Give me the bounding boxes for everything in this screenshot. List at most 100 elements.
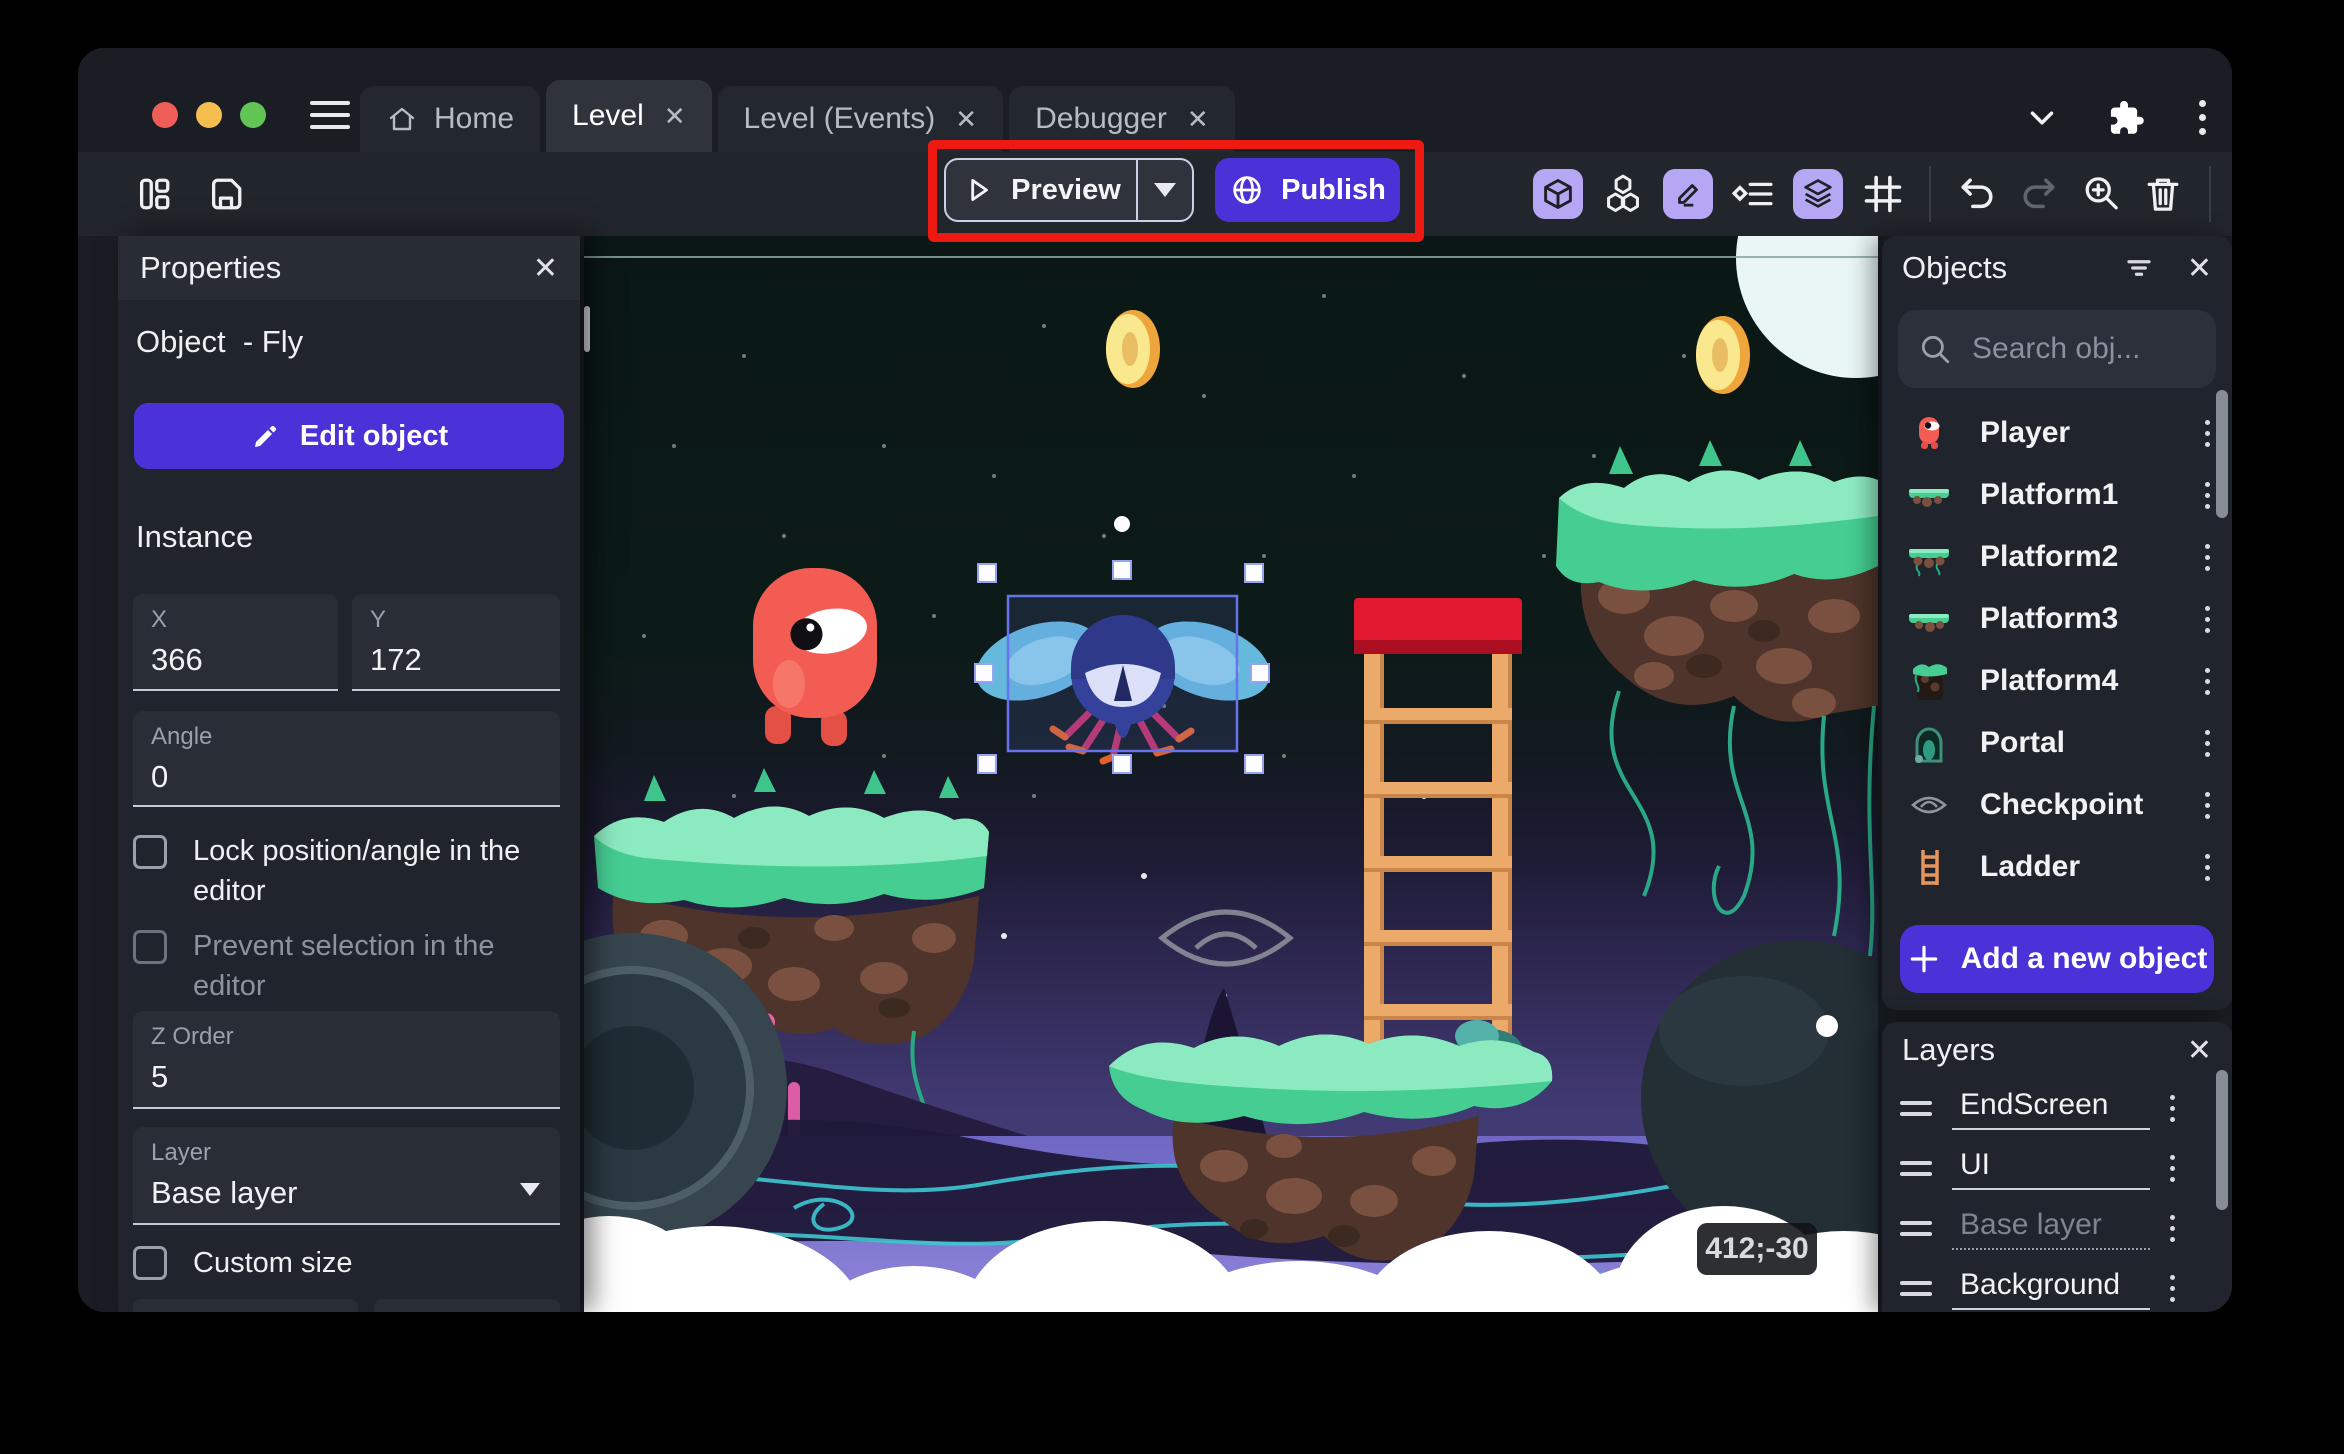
objects-panel: Objects ✕ Player <box>1882 236 2232 1010</box>
preview-options-dropdown[interactable] <box>1138 160 1192 220</box>
layers-panel: Layers ✕ EndScreen UI Base layer Backgro… <box>1882 1022 2232 1312</box>
object-row-platform1[interactable]: Platform1 <box>1882 464 2232 526</box>
layers-panel-icon[interactable] <box>1793 169 1843 219</box>
close-window-button[interactable] <box>152 102 178 128</box>
grid-icon[interactable] <box>1861 172 1905 216</box>
edit-mode-pencil-icon[interactable] <box>1663 169 1713 219</box>
layer-name-field[interactable]: Background <box>1952 1266 2150 1310</box>
tab-home[interactable]: Home <box>360 86 541 152</box>
save-icon[interactable] <box>204 172 248 216</box>
toolbar-left-icons <box>132 172 248 216</box>
object-options-icon[interactable] <box>2201 850 2214 885</box>
layer-options-icon[interactable] <box>2166 1151 2179 1186</box>
objects-scrollbar[interactable] <box>2216 390 2228 518</box>
instructions-list-icon[interactable] <box>1731 172 1775 216</box>
asset-store-icon[interactable] <box>1601 172 1645 216</box>
more-options-icon[interactable] <box>2195 96 2210 139</box>
tab-label: Level <box>572 99 644 132</box>
prevent-selection-checkbox[interactable] <box>133 930 167 964</box>
drag-handle-icon[interactable] <box>1896 1157 1936 1180</box>
layer-options-icon[interactable] <box>2166 1271 2179 1306</box>
y-position-field[interactable]: Y <box>352 594 560 691</box>
object-name: Portal <box>1980 726 2066 759</box>
layer-row-base-layer[interactable]: Base layer <box>1882 1198 2232 1258</box>
chevron-down-icon[interactable] <box>2023 99 2061 137</box>
main-menu-icon[interactable] <box>310 101 350 129</box>
angle-input[interactable] <box>151 759 542 795</box>
objects-panel-icon[interactable] <box>1533 169 1583 219</box>
undo-icon[interactable] <box>1955 172 1999 216</box>
close-tab-icon[interactable]: ✕ <box>660 101 686 132</box>
custom-size-checkbox-row[interactable]: Custom size <box>133 1243 543 1283</box>
layers-scrollbar[interactable] <box>2216 1070 2228 1210</box>
object-options-icon[interactable] <box>2201 478 2214 513</box>
custom-size-checkbox[interactable] <box>133 1246 167 1280</box>
object-options-icon[interactable] <box>2201 540 2214 575</box>
layer-name-field[interactable]: EndScreen <box>1952 1086 2150 1130</box>
rotate-handle[interactable] <box>1114 516 1130 532</box>
object-options-icon[interactable] <box>2201 416 2214 451</box>
layer-options-icon[interactable] <box>2166 1211 2179 1246</box>
minimize-window-button[interactable] <box>196 102 222 128</box>
add-new-object-button[interactable]: Add a new object <box>1900 925 2214 993</box>
z-order-input[interactable] <box>151 1059 542 1095</box>
layer-options-icon[interactable] <box>2166 1091 2179 1126</box>
object-row-checkpoint[interactable]: Checkpoint <box>1882 774 2232 836</box>
publish-button[interactable]: Publish <box>1215 158 1400 222</box>
lock-position-checkbox-row[interactable]: Lock position/angle in the editor <box>133 831 543 911</box>
object-row-portal[interactable]: Portal <box>1882 712 2232 774</box>
preview-button-main[interactable]: Preview <box>946 160 1138 220</box>
object-row-platform4[interactable]: Platform4 <box>1882 650 2232 712</box>
edit-object-button[interactable]: Edit object <box>134 403 564 469</box>
close-layers-icon[interactable]: ✕ <box>2187 1033 2212 1068</box>
x-position-input[interactable] <box>151 642 320 678</box>
object-row-platform2[interactable]: Platform2 <box>1882 526 2232 588</box>
drag-handle-icon[interactable] <box>1896 1217 1936 1240</box>
object-options-icon[interactable] <box>2201 788 2214 823</box>
maximize-window-button[interactable] <box>240 102 266 128</box>
drag-handle-icon[interactable] <box>1896 1277 1936 1300</box>
object-row-platform3[interactable]: Platform3 <box>1882 588 2232 650</box>
object-options-icon[interactable] <box>2201 602 2214 637</box>
objects-search-box[interactable] <box>1898 310 2216 388</box>
close-properties-icon[interactable]: ✕ <box>533 251 558 286</box>
object-name: Platform1 <box>1980 478 2119 511</box>
tab-level[interactable]: Level ✕ <box>546 80 712 152</box>
object-row-ladder[interactable]: Ladder <box>1882 836 2232 898</box>
objects-search-input[interactable] <box>1970 331 2196 367</box>
panels-layout-icon[interactable] <box>132 172 176 216</box>
preview-button[interactable]: Preview <box>944 158 1194 222</box>
zoom-in-icon[interactable] <box>2079 172 2123 216</box>
layer-select-field[interactable]: Layer Base layer <box>133 1127 560 1225</box>
drag-handle-icon[interactable] <box>1896 1097 1936 1120</box>
object-options-icon[interactable] <box>2201 664 2214 699</box>
z-order-field[interactable]: Z Order <box>133 1011 560 1109</box>
redo-icon[interactable] <box>2017 172 2061 216</box>
prevent-selection-checkbox-row[interactable]: Prevent selection in the editor <box>133 926 543 1006</box>
coin-sprite[interactable] <box>1696 316 1750 394</box>
layer-row-endscreen[interactable]: EndScreen <box>1882 1078 2232 1138</box>
close-tab-icon[interactable]: ✕ <box>951 104 977 135</box>
object-options-icon[interactable] <box>2201 726 2214 761</box>
angle-field[interactable]: Angle <box>133 711 560 807</box>
layer-row-ui[interactable]: UI <box>1882 1138 2232 1198</box>
properties-panel: Properties ✕ Object - Fly Edit object In… <box>118 236 580 1312</box>
lock-position-checkbox[interactable] <box>133 835 167 869</box>
close-objects-icon[interactable]: ✕ <box>2187 251 2212 286</box>
x-position-field[interactable]: X <box>133 594 338 691</box>
y-position-input[interactable] <box>370 642 542 678</box>
delete-icon[interactable] <box>2141 172 2185 216</box>
filter-icon[interactable] <box>2119 248 2159 288</box>
layer-name-field[interactable]: Base layer <box>1952 1206 2150 1250</box>
canvas-scrollbar[interactable] <box>584 306 590 352</box>
layer-row-background[interactable]: Background <box>1882 1258 2232 1312</box>
scene-canvas[interactable]: 412;-30 <box>584 236 1878 1312</box>
object-row-player[interactable]: Player <box>1882 402 2232 464</box>
layer-name-field[interactable]: UI <box>1952 1146 2150 1190</box>
tab-debugger[interactable]: Debugger ✕ <box>1009 86 1235 152</box>
tab-level-events[interactable]: Level (Events) ✕ <box>717 86 1004 152</box>
close-tab-icon[interactable]: ✕ <box>1183 104 1209 135</box>
extensions-puzzle-icon[interactable] <box>2107 97 2149 139</box>
coin-sprite[interactable] <box>1106 310 1160 388</box>
angle-field-label: Angle <box>151 723 213 750</box>
